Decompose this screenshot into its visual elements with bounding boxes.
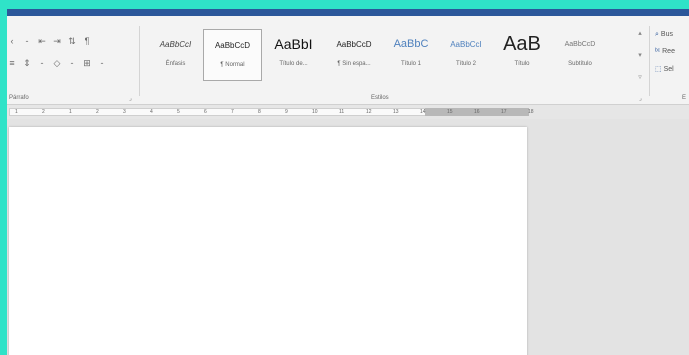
style-sample: AaBbCcD [564,40,596,48]
show-paragraph-marks-icon[interactable]: ¶ [82,35,92,47]
styles-group-label: Estilos [371,95,389,101]
ruler-number: 16 [474,109,480,115]
separator: - [70,58,74,68]
indent-icon[interactable]: ‹ [7,35,17,47]
decrease-indent-icon[interactable]: ⇤ [37,35,47,47]
separator: - [40,58,44,68]
ruler-number: 3 [123,109,126,115]
paragraph-row-1: ‹ - ⇤ ⇥ ⇅ ¶ [7,34,92,48]
style-label: Énfasis [165,61,186,67]
gallery-up-icon[interactable]: ▴ [638,29,642,37]
ruler-number: 1 [15,109,18,115]
style-label: ¶ Normal [220,62,245,68]
select-button[interactable]: ⬚ Sel [655,65,674,73]
document-area [7,119,689,355]
ruler-number: 12 [366,109,372,115]
group-divider [649,26,650,96]
ruler-number: 5 [177,109,180,115]
style-sample: AaBbCcI [450,39,482,49]
style-heading-2[interactable]: AaBbCcI Título 2 [439,29,493,81]
ruler-number: 2 [96,109,99,115]
style-title-de[interactable]: AaBbI Título de... [262,29,325,81]
paragraph-group-label: Párrafo [9,95,29,101]
shading-icon[interactable]: ◇ [52,57,62,69]
search-icon: ⌕ [655,31,659,38]
style-sample: AaBbCcD [336,39,372,49]
style-label: Subtítulo [568,61,592,67]
gallery-scroll: ▴ ▾ ▿ [635,29,645,81]
style-label: ¶ Sin espa... [337,61,371,67]
style-sample: AaB [503,32,541,55]
borders-icon[interactable]: ⊞ [82,57,92,69]
line-spacing-icon[interactable]: ⇕ [22,57,32,69]
styles-launcher-icon[interactable]: ⌟ [639,95,642,102]
select-label: Sel [663,66,674,73]
replace-button[interactable]: ᵇᶜ Ree [655,48,675,55]
group-captions: Párrafo ⌟ Estilos ⌟ E [7,95,689,104]
horizontal-ruler[interactable]: 1 2 1 2 3 4 5 6 7 8 9 10 11 12 13 14 15 16 17 18 [7,105,689,118]
gallery-down-icon[interactable]: ▾ [638,51,642,59]
screen-frame: ‹ - ⇤ ⇥ ⇅ ¶ ≡ ⇕ - ◇ - ⊞ - AaBbCcI Énfasi… [0,0,689,355]
style-label: Título 1 [400,61,421,67]
ruler-number: 17 [501,109,507,115]
style-no-spacing[interactable]: AaBbCcD ¶ Sin espa... [325,29,383,81]
style-label: Título de... [279,61,308,67]
ruler-number: 15 [447,109,453,115]
ruler-number: 6 [204,109,207,115]
replace-icon: ᵇᶜ [655,48,661,55]
ruler-number: 10 [312,109,318,115]
ruler-number: 14 [420,109,426,115]
ribbon: ‹ - ⇤ ⇥ ⇅ ¶ ≡ ⇕ - ◇ - ⊞ - AaBbCcI Énfasi… [7,16,689,105]
group-divider [139,26,140,96]
style-subtitle[interactable]: AaBbCcD Subtítulo [551,29,609,81]
style-normal[interactable]: AaBbCcD ¶ Normal [203,29,262,81]
ruler-number: 13 [393,109,399,115]
style-heading-1[interactable]: AaBbC Título 1 [383,29,439,81]
title-bar [7,9,689,16]
paragraph-row-2: ≡ ⇕ - ◇ - ⊞ - [7,56,107,70]
style-sample: AaBbCcI [159,39,192,49]
editing-group-label: E [682,95,687,101]
style-sample: AaBbC [393,38,429,50]
document-page[interactable] [9,127,527,355]
justify-icon[interactable]: ≡ [7,57,17,69]
ruler-number: 9 [285,109,288,115]
ruler-number: 2 [42,109,45,115]
find-label: Bus [660,31,673,38]
gallery-more-icon[interactable]: ▿ [638,73,642,81]
ruler-number: 1 [69,109,72,115]
sort-icon[interactable]: ⇅ [67,35,77,47]
style-label: Título 2 [455,61,476,67]
ruler-number: 8 [258,109,261,115]
find-button[interactable]: ⌕ Bus [655,31,673,39]
style-title[interactable]: AaB Título [493,29,551,81]
separator: - [25,36,29,46]
ruler-number: 7 [231,109,234,115]
style-sample: AaBbI [274,36,313,52]
styles-gallery: AaBbCcI Énfasis AaBbCcD ¶ Normal AaBbI T… [148,29,631,81]
style-sample: AaBbCcD [214,40,251,50]
replace-label: Ree [662,48,675,55]
separator: - [100,58,104,68]
ruler-number: 18 [528,109,534,115]
ruler-number: 4 [150,109,153,115]
paragraph-launcher-icon[interactable]: ⌟ [129,95,132,102]
style-emphasis[interactable]: AaBbCcI Énfasis [148,29,203,81]
increase-indent-icon[interactable]: ⇥ [52,35,62,47]
word-window: ‹ - ⇤ ⇥ ⇅ ¶ ≡ ⇕ - ◇ - ⊞ - AaBbCcI Énfasi… [7,9,689,355]
select-icon: ⬚ [655,66,662,73]
ruler-number: 11 [339,109,345,115]
style-label: Título [514,61,530,67]
